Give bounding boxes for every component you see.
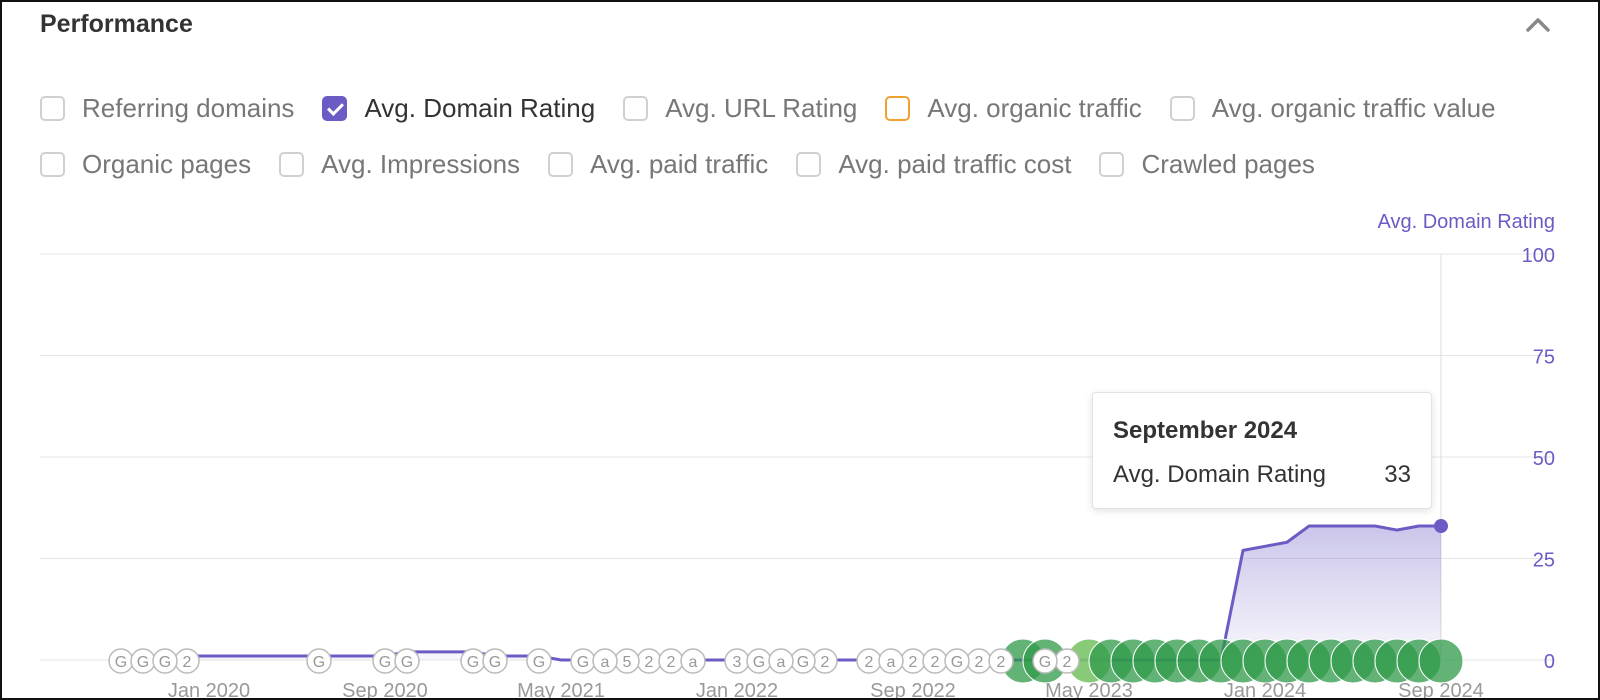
- annotation-marker-label: 2: [821, 654, 830, 671]
- annotation-marker-label: G: [115, 654, 127, 671]
- annotation-marker-label: a: [777, 654, 786, 671]
- y-tick-label: 100: [1522, 245, 1555, 267]
- y-tick-label: 0: [1544, 651, 1555, 673]
- chart-tooltip: September 2024 Avg. Domain Rating 33: [1092, 392, 1432, 509]
- tooltip-value: 33: [1384, 461, 1411, 488]
- annotation-marker-label: G: [489, 654, 501, 671]
- annotation-marker-label: G: [1039, 654, 1051, 671]
- annotation-marker-label: 2: [1063, 654, 1072, 671]
- annotation-marker-label: 2: [667, 654, 676, 671]
- x-tick-label: Jan 2022: [696, 680, 778, 698]
- annotation-marker-label: G: [951, 654, 963, 671]
- y-tick-label: 75: [1533, 347, 1555, 369]
- annotation-marker-label: a: [689, 654, 698, 671]
- annotation-marker-label: G: [797, 654, 809, 671]
- performance-panel: Performance Referring domains Avg. Domai…: [0, 0, 1600, 700]
- annotation-marker-label: 2: [909, 654, 918, 671]
- annotation-marker-label: G: [401, 654, 413, 671]
- hover-point: [1434, 519, 1448, 534]
- annotation-marker-label: G: [313, 654, 325, 671]
- annotation-marker-label: 5: [623, 654, 632, 671]
- x-tick-label: Jan 2024: [1224, 680, 1306, 698]
- annotation-marker-label: G: [533, 654, 545, 671]
- x-tick-label: May 2021: [517, 680, 605, 698]
- annotation-marker-label: G: [379, 654, 391, 671]
- annotation-marker-label: a: [601, 654, 610, 671]
- x-tick-label: Sep 2020: [342, 680, 428, 698]
- y-tick-label: 50: [1533, 448, 1555, 470]
- x-tick-label: May 2023: [1045, 680, 1133, 698]
- annotation-marker-label: G: [137, 654, 149, 671]
- annotation-marker-label: 2: [645, 654, 654, 671]
- x-tick-label: Sep 2024: [1398, 680, 1484, 698]
- annotation-marker-label: G: [159, 654, 171, 671]
- y-axis-title: Avg. Domain Rating: [1378, 211, 1556, 233]
- annotation-marker-label: 2: [931, 654, 940, 671]
- annotation-marker-label: 2: [183, 654, 192, 671]
- annotation-marker-label: 3: [733, 654, 742, 671]
- tooltip-title: September 2024: [1113, 417, 1298, 444]
- annotation-marker-label: G: [577, 654, 589, 671]
- annotation-marker-label: G: [467, 654, 479, 671]
- annotation-marker-label: 2: [975, 654, 984, 671]
- y-tick-label: 25: [1533, 550, 1555, 572]
- annotation-marker-label: a: [887, 654, 896, 671]
- x-tick-label: Jan 2020: [168, 680, 250, 698]
- annotation-marker-label: G: [753, 654, 765, 671]
- tooltip-label: Avg. Domain Rating: [1113, 461, 1326, 488]
- domain-rating-chart[interactable]: Avg. Domain Rating10075502502 2 2 2 2 2 2 2 2 235…: [2, 2, 1598, 698]
- x-tick-label: Sep 2022: [870, 680, 956, 698]
- annotation-marker-label: 2: [865, 654, 874, 671]
- rich-marker: [1418, 638, 1464, 684]
- annotation-marker-label: 2: [997, 654, 1006, 671]
